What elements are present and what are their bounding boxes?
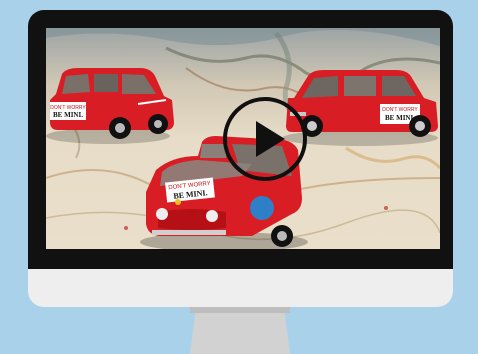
- play-button[interactable]: [223, 97, 307, 181]
- monitor-stand: [190, 307, 290, 354]
- svg-text:BE MINI.: BE MINI.: [53, 111, 83, 119]
- monitor-stand-neck: [190, 307, 290, 313]
- monitor-chin: [28, 269, 453, 307]
- car-left: DON'T WORRY BE MINI.: [46, 68, 174, 144]
- play-icon: [256, 121, 285, 157]
- svg-text:DON'T WORRY: DON'T WORRY: [382, 107, 418, 113]
